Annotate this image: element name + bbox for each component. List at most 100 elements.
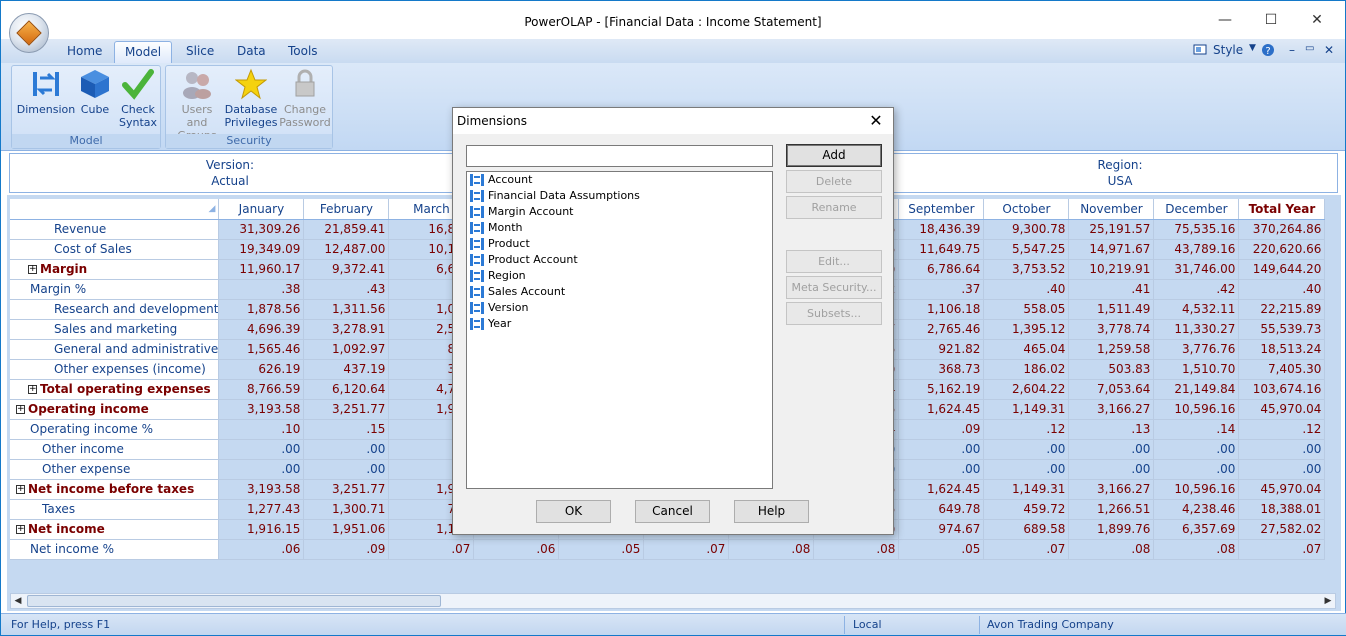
table-cell[interactable]: .00 — [1068, 459, 1155, 480]
cube-button[interactable]: Cube — [76, 68, 114, 116]
table-cell[interactable]: 1,878.56 — [218, 299, 305, 320]
table-cell[interactable]: 1,624.45 — [898, 399, 985, 420]
table-cell[interactable]: 25,191.57 — [1068, 219, 1155, 240]
table-cell[interactable]: 10,219.91 — [1068, 259, 1155, 280]
mdi-restore-icon[interactable]: ▭ — [1305, 43, 1314, 54]
list-item[interactable]: Region — [467, 268, 772, 284]
table-cell[interactable]: 11,960.17 — [218, 259, 305, 280]
table-cell[interactable]: 6,357.69 — [1153, 519, 1240, 540]
style-dropdown-icon[interactable]: ▼ — [1249, 43, 1256, 53]
table-cell[interactable]: 5,162.19 — [898, 379, 985, 400]
row-header[interactable]: Net income % — [10, 539, 220, 560]
table-cell[interactable]: 649.78 — [898, 499, 985, 520]
table-cell[interactable]: .00 — [1238, 459, 1326, 480]
help-icon[interactable]: ? — [1261, 43, 1275, 60]
row-header[interactable]: + Net income — [10, 519, 220, 540]
table-cell[interactable]: .38 — [218, 279, 305, 300]
table-cell[interactable]: 689.58 — [983, 519, 1070, 540]
table-cell[interactable]: 10,596.16 — [1153, 399, 1240, 420]
table-cell[interactable]: 3,778.74 — [1068, 319, 1155, 340]
table-cell[interactable]: .40 — [983, 279, 1070, 300]
table-cell[interactable]: .40 — [1238, 279, 1326, 300]
table-cell[interactable]: 9,372.41 — [303, 259, 390, 280]
expand-icon[interactable]: + — [16, 405, 25, 414]
table-cell[interactable]: 1,916.15 — [218, 519, 305, 540]
table-cell[interactable]: 558.05 — [983, 299, 1070, 320]
tab-slice[interactable]: Slice — [176, 41, 224, 63]
dimension-button[interactable]: Dimension — [16, 68, 76, 116]
style-menu[interactable]: Style — [1213, 43, 1243, 57]
add-button[interactable]: Add — [786, 144, 882, 167]
row-header[interactable]: + Total operating expenses — [10, 379, 220, 400]
table-cell[interactable]: 1,511.49 — [1068, 299, 1155, 320]
table-cell[interactable]: 186.02 — [983, 359, 1070, 380]
table-cell[interactable]: 1,106.18 — [898, 299, 985, 320]
maximize-button[interactable]: ☐ — [1261, 11, 1281, 29]
tab-home[interactable]: Home — [57, 41, 112, 63]
table-cell[interactable]: 8,766.59 — [218, 379, 305, 400]
table-cell[interactable]: .00 — [303, 459, 390, 480]
table-cell[interactable]: 2,604.22 — [983, 379, 1070, 400]
table-cell[interactable]: .00 — [898, 439, 985, 460]
table-cell[interactable]: .14 — [1153, 419, 1240, 440]
table-cell[interactable]: .05 — [898, 539, 985, 560]
row-header[interactable]: Margin % — [10, 279, 220, 300]
meta-security-button[interactable]: Meta Security... — [786, 276, 882, 299]
dialog-close-icon[interactable]: ✕ — [867, 111, 885, 130]
table-cell[interactable]: 1,092.97 — [303, 339, 390, 360]
scroll-right-icon[interactable]: ▶ — [1321, 594, 1335, 608]
table-cell[interactable]: 10,596.16 — [1153, 479, 1240, 500]
table-cell[interactable]: 4,238.46 — [1153, 499, 1240, 520]
row-header[interactable]: Sales and marketing — [10, 319, 220, 340]
table-cell[interactable]: 11,330.27 — [1153, 319, 1240, 340]
expand-icon[interactable]: + — [16, 485, 25, 494]
table-cell[interactable]: 974.67 — [898, 519, 985, 540]
close-button[interactable]: ✕ — [1307, 11, 1327, 29]
column-header[interactable]: Total Year — [1238, 199, 1326, 220]
scroll-left-icon[interactable]: ◀ — [11, 594, 25, 608]
table-cell[interactable]: 2,765.46 — [898, 319, 985, 340]
table-cell[interactable]: 3,251.77 — [303, 399, 390, 420]
table-cell[interactable]: .07 — [1238, 539, 1326, 560]
table-cell[interactable]: 21,149.84 — [1153, 379, 1240, 400]
table-cell[interactable]: .00 — [983, 459, 1070, 480]
row-header[interactable]: General and administrative — [10, 339, 220, 360]
table-cell[interactable]: 220,620.66 — [1238, 239, 1326, 260]
table-cell[interactable]: .41 — [1068, 279, 1155, 300]
expand-icon[interactable]: + — [28, 265, 37, 274]
table-cell[interactable]: .07 — [643, 539, 730, 560]
table-cell[interactable]: 5,547.25 — [983, 239, 1070, 260]
tab-model[interactable]: Model — [114, 41, 173, 63]
table-cell[interactable]: 1,565.46 — [218, 339, 305, 360]
region-value[interactable]: USA — [1080, 174, 1160, 188]
table-cell[interactable]: 4,696.39 — [218, 319, 305, 340]
table-cell[interactable]: 1,149.31 — [983, 399, 1070, 420]
database-privileges-button[interactable]: Database Privileges — [224, 68, 278, 129]
row-header[interactable]: Other expenses (income) — [10, 359, 220, 380]
change-password-button[interactable]: Change Password — [278, 68, 332, 129]
table-cell[interactable]: 437.19 — [303, 359, 390, 380]
table-cell[interactable]: .08 — [813, 539, 900, 560]
list-item[interactable]: Margin Account — [467, 204, 772, 220]
table-cell[interactable]: 3,166.27 — [1068, 399, 1155, 420]
table-cell[interactable]: 6,786.64 — [898, 259, 985, 280]
table-cell[interactable]: 465.04 — [983, 339, 1070, 360]
table-cell[interactable]: 103,674.16 — [1238, 379, 1326, 400]
row-header[interactable]: Revenue — [10, 219, 220, 240]
table-cell[interactable]: 1,395.12 — [983, 319, 1070, 340]
table-cell[interactable]: 6,120.64 — [303, 379, 390, 400]
list-item[interactable]: Product Account — [467, 252, 772, 268]
table-cell[interactable]: .00 — [303, 439, 390, 460]
table-cell[interactable]: 18,436.39 — [898, 219, 985, 240]
table-cell[interactable]: 3,776.76 — [1153, 339, 1240, 360]
table-cell[interactable]: .00 — [1068, 439, 1155, 460]
table-cell[interactable]: 1,951.06 — [303, 519, 390, 540]
table-cell[interactable]: 3,753.52 — [983, 259, 1070, 280]
table-cell[interactable]: .00 — [1153, 459, 1240, 480]
style-icon[interactable] — [1193, 43, 1209, 60]
table-cell[interactable]: 149,644.20 — [1238, 259, 1326, 280]
table-cell[interactable]: .37 — [898, 279, 985, 300]
scroll-thumb[interactable] — [27, 595, 441, 607]
dimension-list[interactable]: Account Financial Data Assumptions Margin … — [466, 171, 773, 489]
table-cell[interactable]: 3,166.27 — [1068, 479, 1155, 500]
